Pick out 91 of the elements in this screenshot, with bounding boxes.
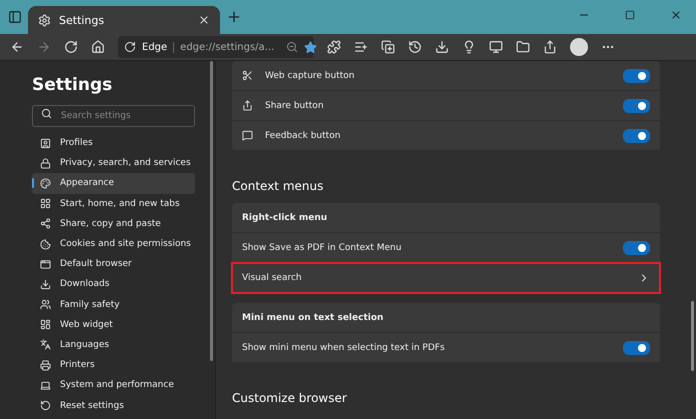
toggle-switch[interactable] bbox=[623, 128, 650, 142]
history-icon[interactable] bbox=[408, 40, 422, 54]
card-header: Right-click menu bbox=[242, 212, 328, 222]
sidebar-label: Reset settings bbox=[60, 400, 124, 411]
home-icon[interactable] bbox=[91, 40, 105, 54]
sidebar-label: Printers bbox=[60, 360, 95, 370]
browser-tab[interactable]: Settings bbox=[28, 6, 220, 34]
languages-icon bbox=[40, 339, 51, 350]
sidebar-label: Languages bbox=[60, 340, 110, 350]
search-field[interactable]: Search settings bbox=[32, 105, 195, 127]
sidebar-label: Default browser bbox=[60, 259, 132, 270]
tab-title: Settings bbox=[59, 14, 106, 26]
sidebar-item[interactable]: Share, copy and paste bbox=[32, 214, 195, 234]
toggle-switch[interactable] bbox=[623, 340, 650, 354]
gear-icon bbox=[38, 14, 51, 26]
reset-icon bbox=[40, 400, 51, 412]
extensions-icon[interactable] bbox=[327, 40, 341, 54]
laptop-icon bbox=[40, 380, 51, 391]
sidebar-label: Cookies and site permissions bbox=[60, 239, 191, 250]
people-icon bbox=[40, 299, 51, 310]
toggle-switch[interactable] bbox=[623, 68, 650, 82]
search-icon bbox=[41, 108, 52, 119]
folder-icon[interactable] bbox=[516, 40, 530, 54]
sidebar-item[interactable]: Printers bbox=[32, 355, 195, 376]
setting-label: Share button bbox=[265, 100, 325, 110]
sidebar-label: Share, copy and paste bbox=[60, 218, 161, 229]
back-icon[interactable] bbox=[10, 40, 24, 54]
sidebar-toggle-icon[interactable] bbox=[8, 10, 22, 24]
sidebar-item[interactable]: Cookies and site permissions bbox=[32, 234, 195, 254]
setting-link-row[interactable]: Visual search bbox=[232, 263, 660, 293]
sidebar-label: Web widget bbox=[60, 320, 113, 330]
sidebar-label: System and performance bbox=[60, 380, 174, 390]
cookie-icon bbox=[40, 238, 51, 250]
zoom-out-icon[interactable] bbox=[286, 41, 298, 53]
refresh-icon[interactable] bbox=[64, 40, 78, 54]
sidebar-item[interactable]: Web widget bbox=[32, 314, 195, 335]
sidebar-item[interactable]: Family safety bbox=[32, 294, 195, 315]
sidebar-item[interactable]: Downloads bbox=[32, 274, 195, 294]
sidebar-label: Start, home, and new tabs bbox=[60, 198, 180, 209]
download-icon bbox=[40, 278, 51, 290]
scrollbar[interactable] bbox=[210, 61, 213, 361]
share-icon bbox=[40, 218, 51, 230]
sidebar-item[interactable]: Privacy, search, and services bbox=[32, 153, 195, 174]
lock-icon bbox=[40, 158, 51, 169]
sidebar-item[interactable]: Appearance bbox=[32, 173, 195, 194]
browser-window-icon bbox=[40, 258, 51, 270]
url-text: edge://settings/a... bbox=[180, 42, 274, 52]
setting-label: Feedback button bbox=[265, 130, 342, 140]
sidebar-item[interactable]: Start, home, and new tabs bbox=[32, 194, 195, 214]
sidebar-label: Downloads bbox=[60, 279, 110, 290]
scissors-icon bbox=[242, 70, 253, 81]
toggle-switch[interactable] bbox=[623, 240, 650, 254]
site-name: Edge bbox=[142, 42, 168, 52]
share-icon bbox=[242, 100, 253, 111]
section-title: Context menus bbox=[232, 179, 324, 193]
profile-avatar[interactable] bbox=[570, 38, 588, 56]
printer-icon bbox=[40, 360, 51, 371]
feedback-icon bbox=[242, 130, 253, 141]
setting-label: Visual search bbox=[242, 272, 303, 282]
address-bar[interactable]: Edge edge://settings/a... bbox=[118, 36, 314, 58]
sidebar-label: Privacy, search, and services bbox=[60, 158, 191, 168]
collections-icon[interactable] bbox=[381, 40, 395, 54]
sidebar-item[interactable]: System and performance bbox=[32, 375, 195, 396]
sidebar-item[interactable]: Languages bbox=[32, 334, 195, 356]
section-title: Customize browser bbox=[232, 391, 348, 405]
profile-icon bbox=[40, 138, 51, 149]
setting-label: Show mini menu when selecting text in PDFs bbox=[242, 342, 446, 352]
star-icon[interactable] bbox=[304, 40, 318, 54]
sidebar-item[interactable]: Default browser bbox=[32, 254, 195, 274]
card-header: Mini menu on text selection bbox=[242, 312, 384, 322]
grid-icon bbox=[40, 198, 51, 210]
setting-label: Web capture button bbox=[265, 70, 356, 80]
sidebar-title: Settings bbox=[32, 75, 114, 95]
share-icon[interactable] bbox=[543, 40, 557, 54]
setting-label: Show Save as PDF in Context Menu bbox=[242, 242, 402, 252]
sidebar-label: Family safety bbox=[60, 300, 120, 310]
sidebar-item[interactable]: Reset settings bbox=[32, 395, 195, 416]
forward-icon[interactable] bbox=[37, 40, 51, 54]
sidebar-label: Appearance bbox=[60, 178, 114, 188]
scrollbar[interactable] bbox=[691, 301, 694, 371]
sidebar-item[interactable]: Profiles bbox=[32, 133, 195, 154]
palette-icon bbox=[40, 178, 51, 189]
toggle-switch[interactable] bbox=[623, 98, 650, 112]
widget-icon bbox=[40, 319, 51, 330]
favorites-icon[interactable] bbox=[354, 40, 368, 54]
close-icon[interactable] bbox=[198, 14, 210, 26]
new-tab-icon[interactable] bbox=[226, 9, 242, 25]
lightbulb-icon[interactable] bbox=[462, 40, 476, 54]
monitor-icon[interactable] bbox=[489, 40, 503, 54]
download-icon[interactable] bbox=[435, 40, 449, 54]
sidebar-label: Profiles bbox=[60, 138, 93, 148]
